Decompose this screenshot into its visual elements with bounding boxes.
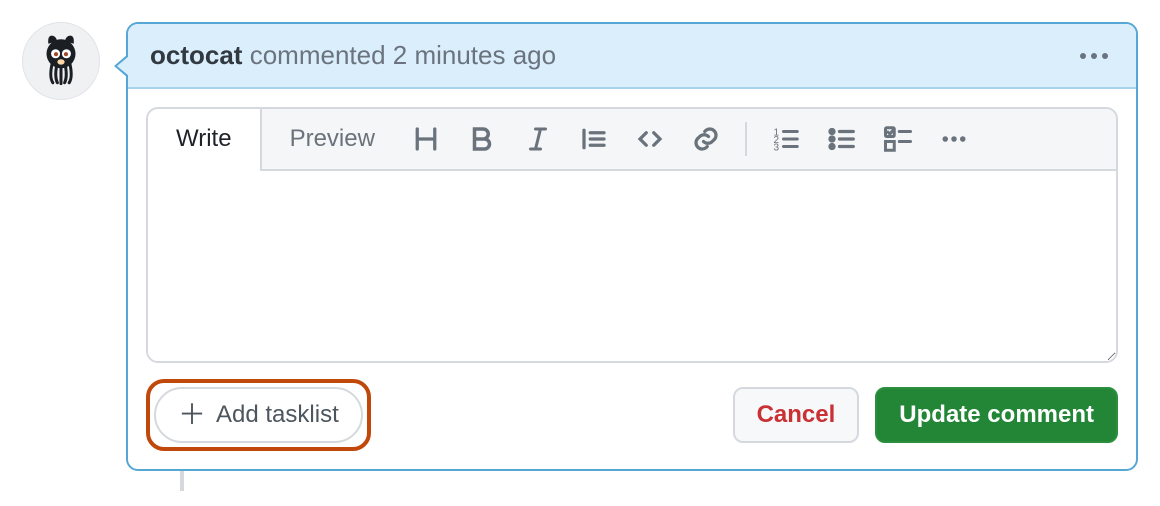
toolbar-divider: [745, 122, 747, 156]
comment-header-text: octocat commented 2 minutes ago: [150, 40, 556, 71]
comment-header: octocat commented 2 minutes ago: [128, 24, 1136, 89]
editor-frame: Write Preview: [146, 107, 1118, 363]
cancel-button[interactable]: Cancel: [733, 387, 860, 443]
formatting-toolbar: 123: [405, 109, 1116, 169]
svg-text:3: 3: [773, 142, 779, 153]
comment-body: Write Preview: [128, 89, 1136, 469]
task-list-icon[interactable]: [881, 122, 915, 156]
bold-icon[interactable]: [465, 122, 499, 156]
username[interactable]: octocat: [150, 40, 242, 70]
comment-actions-menu[interactable]: [1074, 47, 1114, 65]
add-tasklist-label: Add tasklist: [216, 401, 339, 429]
more-tools-icon[interactable]: [937, 122, 971, 156]
heading-icon[interactable]: [409, 122, 443, 156]
italic-icon[interactable]: [521, 122, 555, 156]
link-icon[interactable]: [689, 122, 723, 156]
avatar[interactable]: [22, 22, 100, 100]
add-tasklist-button[interactable]: ＋ Add tasklist: [154, 387, 363, 443]
comment-box: octocat commented 2 minutes ago Write Pr…: [126, 22, 1138, 471]
update-comment-button[interactable]: Update comment: [875, 387, 1118, 443]
quote-icon[interactable]: [577, 122, 611, 156]
plus-icon: ＋: [178, 401, 206, 429]
ordered-list-icon[interactable]: 123: [769, 122, 803, 156]
footer-actions: Cancel Update comment: [733, 387, 1118, 443]
editor-tabbar: Write Preview: [148, 109, 1116, 171]
unordered-list-icon[interactable]: [825, 122, 859, 156]
code-icon[interactable]: [633, 122, 667, 156]
comment-timeline-item: octocat commented 2 minutes ago Write Pr…: [22, 22, 1138, 471]
tab-write[interactable]: Write: [148, 109, 262, 171]
timeline-rail: [180, 471, 184, 491]
tab-preview[interactable]: Preview: [262, 109, 405, 169]
comment-meta: commented 2 minutes ago: [250, 40, 556, 70]
comment-textarea[interactable]: [148, 171, 1116, 361]
editor-footer: ＋ Add tasklist Cancel Update comment: [146, 363, 1118, 451]
add-tasklist-highlight: ＋ Add tasklist: [146, 379, 371, 451]
octocat-icon: [32, 32, 90, 90]
